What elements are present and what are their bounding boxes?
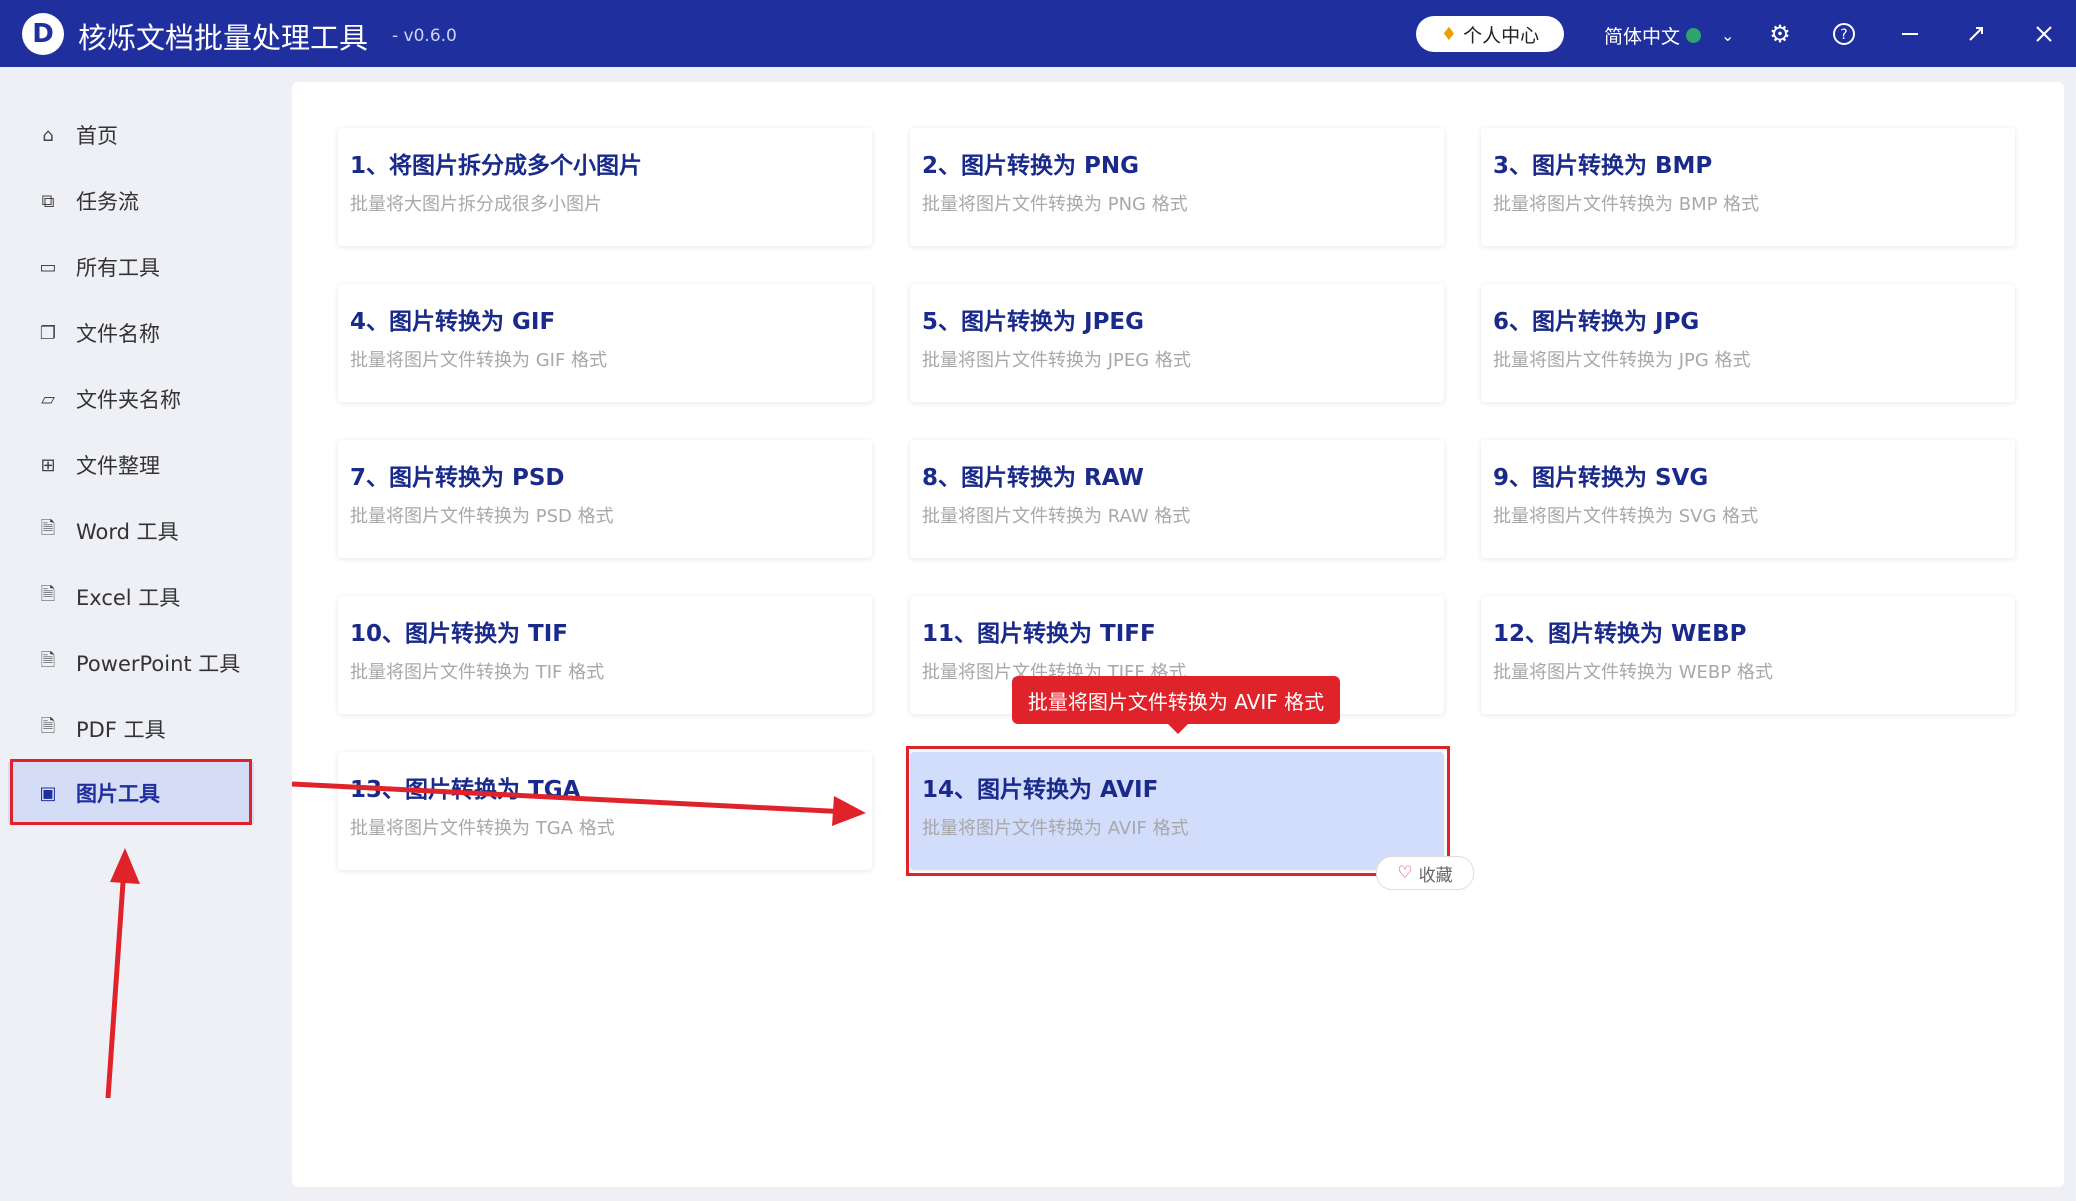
help-icon[interactable]: ? [1828, 18, 1860, 50]
sidebar-item-label: 任务流 [76, 190, 139, 214]
chevron-down-icon: ⌄ [1721, 26, 1735, 45]
tool-card-desc: 批量将图片文件转换为 JPG 格式 [1493, 350, 1751, 371]
sidebar-item-file-name[interactable]: ❐ 文件名称 [8, 302, 254, 364]
sidebar-item-home[interactable]: ⌂ 首页 [8, 104, 254, 166]
powerpoint-icon: 🗎 [40, 650, 56, 671]
tool-card-to-png[interactable]: 2、图片转换为 PNG 批量将图片文件转换为 PNG 格式 [910, 128, 1444, 246]
sidebar-item-label: 文件整理 [76, 454, 160, 478]
heart-icon: ♡ [1397, 863, 1413, 883]
sidebar-item-label: Word 工具 [76, 520, 179, 544]
sidebar-item-pdf-tools[interactable]: 🗎 PDF 工具 [8, 698, 254, 760]
app-title: 核烁文档批量处理工具 [78, 21, 369, 55]
tool-card-desc: 批量将图片文件转换为 PNG 格式 [922, 194, 1188, 215]
tool-card-desc: 批量将大图片拆分成很多小图片 [350, 194, 602, 215]
tool-card-desc: 批量将图片文件转换为 GIF 格式 [350, 350, 608, 371]
minimize-icon[interactable] [1894, 18, 1926, 50]
tool-card-to-jpeg[interactable]: 5、图片转换为 JPEG 批量将图片文件转换为 JPEG 格式 [910, 284, 1444, 402]
sidebar-item-label: 文件名称 [76, 322, 160, 346]
monitor-icon: ▭ [39, 256, 57, 278]
tool-card-to-raw[interactable]: 8、图片转换为 RAW 批量将图片文件转换为 RAW 格式 [910, 440, 1444, 558]
tool-card-split-image[interactable]: 1、将图片拆分成多个小图片批量将大图片拆分成很多小图片 [338, 128, 872, 246]
folder-icon: ▱ [41, 388, 55, 410]
workflow-icon: ⧉ [41, 190, 55, 212]
user-center-label: 个人中心 [1463, 24, 1540, 47]
tool-card-title: 6、图片转换为 JPG [1493, 309, 1700, 335]
sidebar-item-label: 文件夹名称 [76, 388, 181, 412]
tool-card-title: 8、图片转换为 RAW [922, 465, 1144, 491]
file-name-icon: ❐ [39, 322, 57, 344]
home-icon: ⌂ [42, 124, 54, 146]
tool-card-to-tga[interactable]: 13、图片转换为 TGA 批量将图片文件转换为 TGA 格式 [338, 752, 872, 870]
sidebar-item-label: PDF 工具 [76, 718, 166, 742]
vip-diamond-icon: ♦ [1440, 23, 1458, 45]
tool-card-to-bmp[interactable]: 3、图片转换为 BMP 批量将图片文件转换为 BMP 格式 [1481, 128, 2015, 246]
tool-card-to-svg[interactable]: 9、图片转换为 SVG 批量将图片文件转换为 SVG 格式 [1481, 440, 2015, 558]
tool-card-desc: 批量将图片文件转换为 TGA 格式 [350, 818, 615, 839]
sidebar-item-all-tools[interactable]: ▭ 所有工具 [8, 236, 254, 298]
close-icon[interactable] [2028, 18, 2060, 50]
settings-gear-icon[interactable]: ⚙ [1764, 18, 1796, 50]
excel-icon: 🗎 [40, 584, 56, 605]
tool-card-title: 10、图片转换为 TIF [350, 621, 568, 647]
tool-card-title: 9、图片转换为 SVG [1493, 465, 1709, 491]
favorite-label: 收藏 [1418, 865, 1453, 886]
tool-card-title: 7、图片转换为 PSD [350, 465, 565, 491]
tooltip: 批量将图片文件转换为 AVIF 格式 [1012, 676, 1340, 734]
title-bar: D 核烁文档批量处理工具 - v0.6.0 ♦ 个人中心 简体中文 ⌄ ⚙ ? [0, 0, 2076, 67]
tool-card-title: 4、图片转换为 GIF [350, 309, 556, 335]
tool-card-title: 5、图片转换为 JPEG [922, 309, 1145, 335]
tool-card-title: 11、图片转换为 TIFF [922, 621, 1156, 647]
user-center-button[interactable]: ♦ 个人中心 [1416, 16, 1564, 52]
organize-icon: ⊞ [40, 454, 56, 476]
tool-card-title: 13、图片转换为 TGA [350, 777, 581, 803]
app-version: - v0.6.0 [392, 26, 457, 46]
tool-card-desc: 批量将图片文件转换为 WEBP 格式 [1493, 662, 1773, 683]
sidebar-item-file-organize[interactable]: ⊞ 文件整理 [8, 434, 254, 496]
word-icon: 🗎 [40, 518, 56, 539]
maximize-icon[interactable] [1960, 18, 1992, 50]
tool-card-title: 2、图片转换为 PNG [922, 153, 1139, 179]
sidebar-item-folder-name[interactable]: ▱ 文件夹名称 [8, 368, 254, 430]
sidebar-item-label: 所有工具 [76, 256, 160, 280]
language-selector[interactable]: 简体中文 ⌄ [1604, 22, 1734, 49]
pdf-icon: 🗎 [40, 716, 56, 737]
tool-card-desc: 批量将图片文件转换为 JPEG 格式 [922, 350, 1191, 371]
tool-card-title: 3、图片转换为 BMP [1493, 153, 1713, 179]
sidebar-item-label: 首页 [76, 124, 118, 148]
sidebar-item-workflow[interactable]: ⧉ 任务流 [8, 170, 254, 232]
language-label: 简体中文 [1604, 26, 1681, 48]
annotation-highlight-box [10, 759, 252, 825]
globe-icon [1686, 28, 1702, 43]
tool-card-desc: 批量将图片文件转换为 RAW 格式 [922, 506, 1191, 527]
tool-card-to-jpg[interactable]: 6、图片转换为 JPG 批量将图片文件转换为 JPG 格式 [1481, 284, 2015, 402]
app-logo-icon: D [22, 13, 64, 55]
tool-card-desc: 批量将图片文件转换为 TIF 格式 [350, 662, 605, 683]
favorite-button[interactable]: ♡ 收藏 [1376, 856, 1474, 890]
sidebar-item-word-tools[interactable]: 🗎 Word 工具 [8, 500, 254, 562]
annotation-highlight-box [906, 746, 1450, 876]
tool-card-to-psd[interactable]: 7、图片转换为 PSD 批量将图片文件转换为 PSD 格式 [338, 440, 872, 558]
tool-card-to-tif[interactable]: 10、图片转换为 TIF 批量将图片文件转换为 TIF 格式 [338, 596, 872, 714]
sidebar-item-label: Excel 工具 [76, 586, 181, 610]
sidebar-item-excel-tools[interactable]: 🗎 Excel 工具 [8, 566, 254, 628]
sidebar-item-powerpoint-tools[interactable]: 🗎 PowerPoint 工具 [8, 632, 254, 694]
tool-card-to-gif[interactable]: 4、图片转换为 GIF 批量将图片文件转换为 GIF 格式 [338, 284, 872, 402]
tool-card-to-webp[interactable]: 12、图片转换为 WEBP 批量将图片文件转换为 WEBP 格式 [1481, 596, 2015, 714]
tool-card-desc: 批量将图片文件转换为 PSD 格式 [350, 506, 614, 527]
tool-card-title: 12、图片转换为 WEBP [1493, 621, 1747, 647]
tool-card-title: 1、将图片拆分成多个小图片 [350, 153, 643, 179]
sidebar-item-label: PowerPoint 工具 [76, 652, 241, 676]
tool-card-desc: 批量将图片文件转换为 SVG 格式 [1493, 506, 1759, 527]
svg-text:?: ? [1840, 27, 1847, 43]
tool-card-desc: 批量将图片文件转换为 BMP 格式 [1493, 194, 1760, 215]
